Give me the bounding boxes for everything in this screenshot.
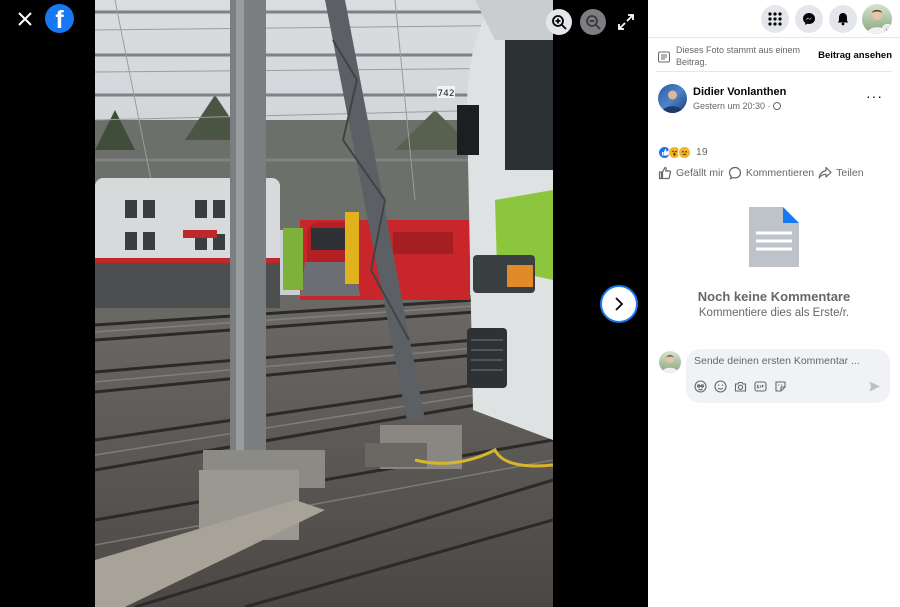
sticker-icon[interactable] — [774, 380, 787, 393]
zoom-out-button[interactable] — [580, 9, 606, 35]
menu-button[interactable] — [761, 5, 789, 33]
document-icon — [749, 207, 799, 267]
menu-grid-icon — [768, 12, 782, 26]
post-time-text: Gestern um 20:30 · — [693, 101, 771, 111]
close-button[interactable] — [12, 6, 38, 32]
more-options-button[interactable]: ··· — [866, 88, 883, 104]
empty-comments-title: Noch keine Kommentare — [697, 289, 851, 304]
photo-viewer: 742 f — [0, 0, 648, 607]
chevron-down-icon: ⌄ — [882, 24, 892, 34]
no-comments-state: Noch keine Kommentare Kommentiere dies a… — [648, 205, 900, 319]
share-button[interactable]: Teilen — [818, 164, 864, 182]
reaction-count: 19 — [696, 146, 708, 158]
share-icon — [818, 166, 832, 179]
close-icon — [18, 12, 32, 26]
like-label: Gefällt mir — [676, 167, 724, 179]
share-label: Teilen — [836, 167, 864, 179]
account-avatar-button[interactable]: ⌄ — [862, 4, 892, 34]
photo-scene: 742 — [95, 0, 553, 607]
origin-text: Dieses Foto stammt aus einem Beitrag. — [676, 45, 801, 67]
composer-tools — [694, 380, 787, 393]
top-bar: ⌄ — [648, 0, 900, 38]
next-photo-button[interactable] — [600, 285, 638, 323]
emoji-icon[interactable] — [714, 380, 727, 393]
bell-icon — [837, 13, 849, 26]
camera-icon[interactable] — [734, 380, 747, 393]
photo[interactable]: 742 — [95, 0, 553, 607]
empty-comments-subtitle: Kommentiere dies als Erste/r. — [698, 307, 850, 319]
notifications-button[interactable] — [829, 5, 857, 33]
zoom-in-icon — [552, 15, 567, 30]
commenter-avatar[interactable] — [659, 351, 681, 373]
zoom-in-button[interactable] — [546, 9, 572, 35]
thumbs-up-icon — [658, 166, 672, 180]
gif-icon[interactable] — [754, 380, 767, 393]
post-icon — [658, 51, 670, 63]
author-name[interactable]: Didier Vonlanthen — [693, 86, 786, 98]
sad-reaction-icon — [678, 145, 691, 159]
post-timestamp[interactable]: Gestern um 20:30 · — [693, 101, 781, 111]
comment-input[interactable] — [694, 355, 874, 367]
fullscreen-icon — [618, 14, 634, 30]
author-avatar[interactable] — [658, 84, 687, 113]
chevron-right-icon — [615, 297, 624, 311]
avatar-sticker-icon[interactable] — [694, 380, 707, 393]
zoom-out-icon — [586, 15, 601, 30]
post-origin-notice: Dieses Foto stammt aus einem Beitrag. Be… — [656, 44, 892, 72]
fullscreen-button[interactable] — [616, 12, 636, 32]
messenger-button[interactable] — [795, 5, 823, 33]
comment-button[interactable]: Kommentieren — [728, 164, 814, 182]
facebook-logo[interactable]: f — [45, 4, 74, 33]
send-icon[interactable] — [868, 380, 881, 393]
reactions-summary[interactable]: 19 — [658, 144, 708, 160]
logo-letter: f — [55, 6, 64, 33]
comment-icon — [728, 166, 741, 180]
sign-number: 742 — [437, 89, 454, 99]
like-button[interactable]: Gefällt mir — [658, 164, 724, 182]
comment-label: Kommentieren — [745, 167, 815, 179]
author-photo — [662, 90, 683, 113]
post-actions: Gefällt mir Kommentieren Teilen — [658, 164, 890, 182]
comment-composer — [686, 349, 890, 403]
view-post-link[interactable]: Beitrag ansehen — [818, 50, 892, 61]
commenter-photo — [662, 355, 678, 373]
messenger-icon — [803, 13, 815, 25]
globe-icon — [772, 102, 781, 110]
post-side-panel: ⌄ Dieses Foto stammt aus einem Beitrag. … — [648, 0, 900, 607]
